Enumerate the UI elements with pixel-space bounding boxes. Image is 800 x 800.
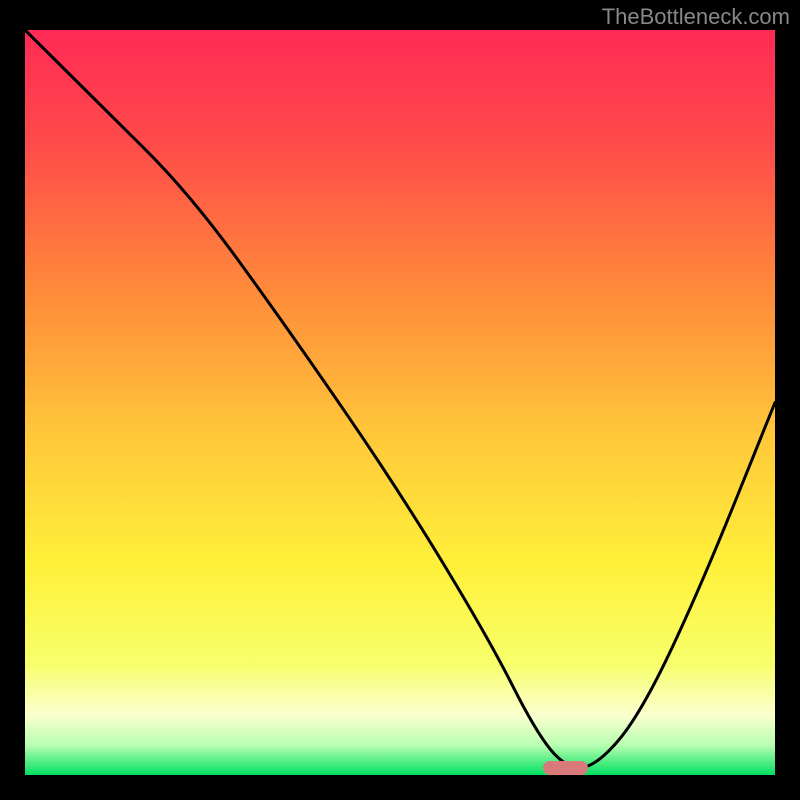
optimal-marker: [543, 761, 588, 775]
watermark-text: TheBottleneck.com: [602, 4, 790, 30]
chart-background-gradient: [25, 30, 775, 775]
chart-container: [25, 30, 775, 775]
